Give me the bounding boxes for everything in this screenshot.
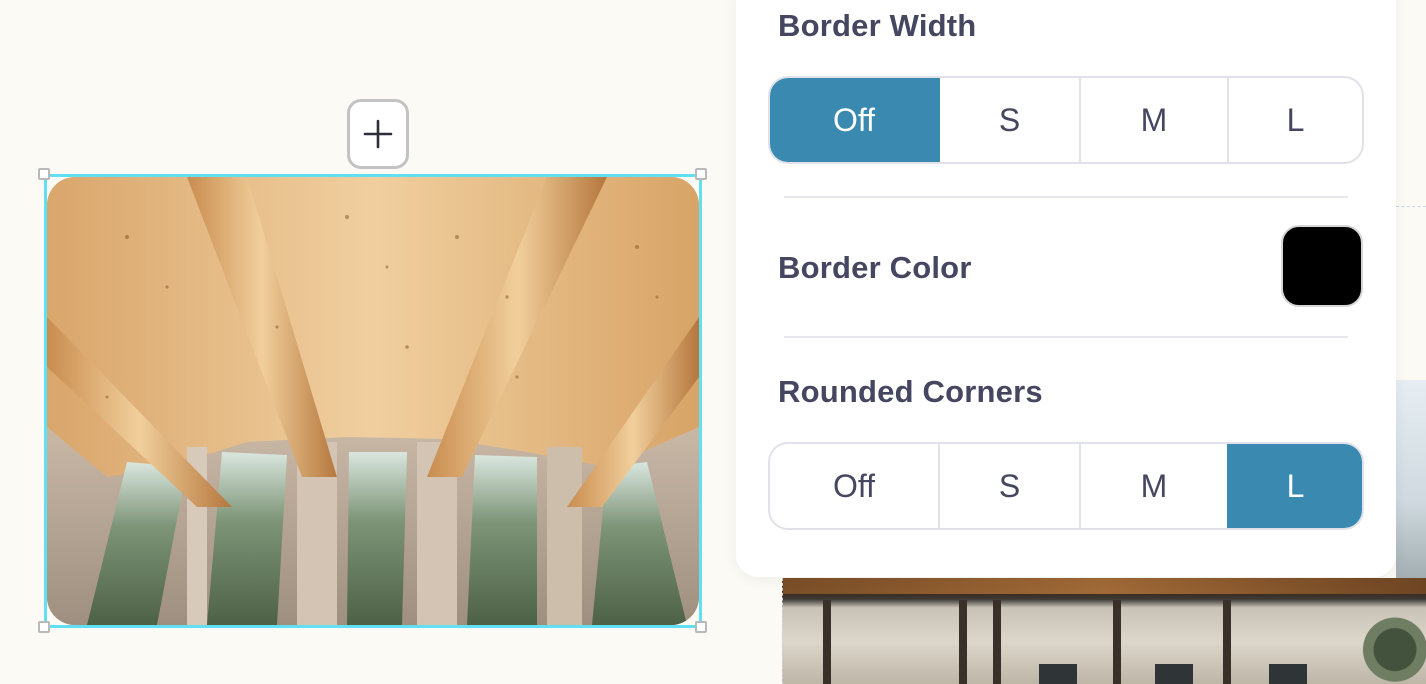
rounded-corners-off-button[interactable]: Off (770, 444, 938, 528)
rounded-corners-s-button[interactable]: S (938, 444, 1079, 528)
rounded-corners-title: Rounded Corners (778, 374, 1043, 409)
resize-handle-top-right[interactable] (695, 168, 707, 180)
border-width-title: Border Width (778, 8, 977, 43)
divider (784, 196, 1348, 198)
border-color-title: Border Color (778, 250, 972, 285)
divider (784, 336, 1348, 338)
background-image-house (782, 578, 1426, 684)
resize-handle-bottom-right[interactable] (695, 621, 707, 633)
border-color-swatch[interactable] (1281, 225, 1363, 307)
resize-handle-top-left[interactable] (38, 168, 50, 180)
border-width-selector: Off S M L (768, 76, 1364, 164)
rounded-corners-l-button[interactable]: L (1227, 444, 1362, 528)
border-width-l-button[interactable]: L (1227, 78, 1362, 162)
image-selection-frame (44, 174, 702, 628)
guide-line (1396, 206, 1426, 207)
border-width-m-button[interactable]: M (1079, 78, 1227, 162)
rounded-corners-m-button[interactable]: M (1079, 444, 1227, 528)
border-width-s-button[interactable]: S (938, 78, 1079, 162)
border-width-off-button[interactable]: Off (770, 78, 938, 162)
plus-icon (363, 119, 393, 149)
resize-handle-bottom-left[interactable] (38, 621, 50, 633)
add-block-button[interactable] (347, 99, 409, 169)
rounded-corners-selector: Off S M L (768, 442, 1364, 530)
